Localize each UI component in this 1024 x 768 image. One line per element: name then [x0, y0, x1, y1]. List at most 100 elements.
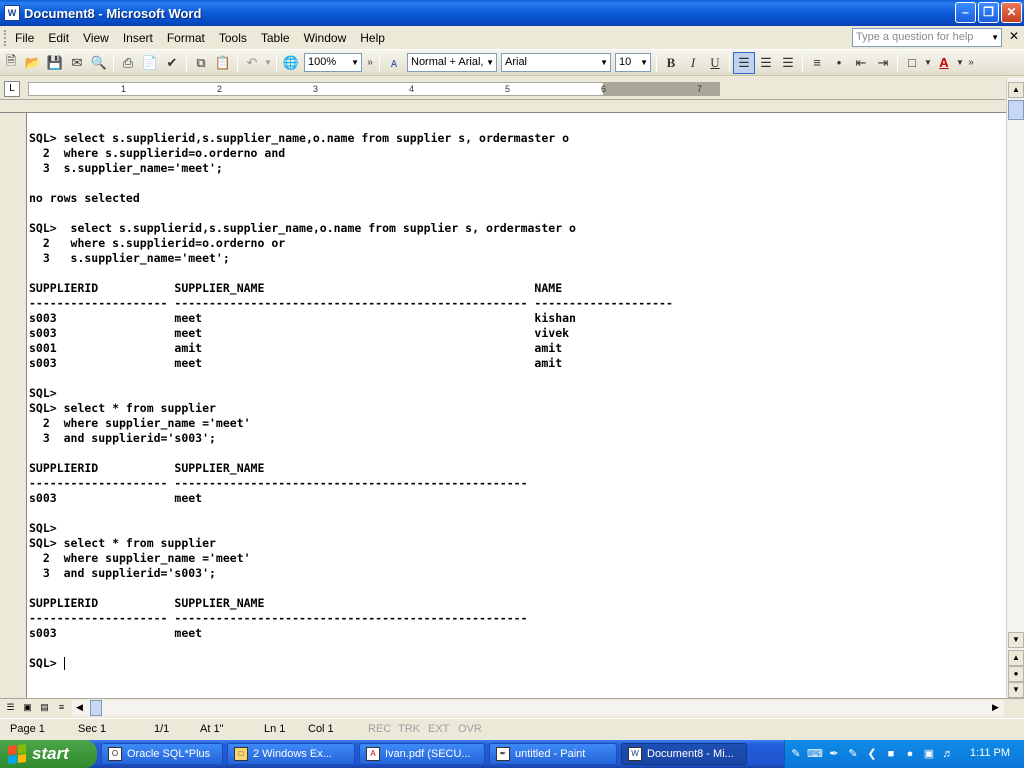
permission-icon[interactable]: ✉ — [66, 52, 88, 74]
horizontal-scrollbar[interactable]: ◀ ▶ — [72, 700, 1004, 716]
scroll-up-icon[interactable]: ▲ — [1008, 82, 1024, 98]
document-line[interactable]: 3 s.supplier_name='meet'; — [29, 161, 673, 176]
task-word-document[interactable]: W Document8 - Mi... — [621, 743, 747, 765]
tray-keyboard-icon[interactable]: ⌨ — [807, 746, 823, 762]
document-line[interactable] — [29, 266, 673, 281]
spelling-icon[interactable]: ✔ — [161, 52, 183, 74]
document-line[interactable]: SUPPLIERID SUPPLIER_NAME NAME — [29, 281, 673, 296]
horizontal-scroll-thumb[interactable] — [90, 700, 102, 716]
save-icon[interactable]: 💾 — [44, 52, 66, 74]
undo-dropdown-icon[interactable]: ▼ — [263, 52, 273, 74]
italic-button[interactable]: I — [682, 52, 704, 74]
style-select[interactable]: Normal + Arial, ▼ — [407, 53, 497, 72]
globe-icon[interactable]: 🌐 — [280, 52, 302, 74]
document-text[interactable]: SQL> select s.supplierid,s.supplier_name… — [29, 131, 673, 671]
menu-edit[interactable]: Edit — [41, 27, 76, 49]
status-trk[interactable]: TRK — [398, 723, 420, 735]
document-line[interactable]: -------------------- -------------------… — [29, 476, 673, 491]
document-line[interactable]: s003 meet — [29, 491, 673, 506]
borders-icon[interactable]: □ — [901, 52, 923, 74]
numbering-icon[interactable]: ≡ — [806, 52, 828, 74]
tray-expand-icon[interactable]: ❮ — [864, 746, 880, 762]
paste-icon[interactable]: 📋 — [212, 52, 234, 74]
document-line[interactable]: SQL> select s.supplierid,s.supplier_name… — [29, 221, 673, 236]
font-color-dropdown-icon[interactable]: ▼ — [955, 52, 965, 74]
undo-icon[interactable]: ↶ — [241, 52, 263, 74]
document-line[interactable]: SQL> select * from supplier — [29, 401, 673, 416]
document-line[interactable]: no rows selected — [29, 191, 673, 206]
chevron-down-icon[interactable]: ▼ — [991, 29, 999, 46]
increase-indent-icon[interactable]: ⇥ — [872, 52, 894, 74]
document-line[interactable] — [29, 581, 673, 596]
task-windows-explorer[interactable]: □ 2 Windows Ex... — [227, 743, 355, 765]
menu-view[interactable]: View — [76, 27, 116, 49]
ruler-strip[interactable]: 1 2 3 4 5 6 7 — [28, 82, 720, 96]
zoom-select[interactable]: 100% ▼ — [304, 53, 362, 72]
scroll-right-icon[interactable]: ▶ — [988, 701, 1003, 714]
document-line[interactable]: 2 where s.supplierid=o.orderno and — [29, 146, 673, 161]
document-line[interactable]: SQL> — [29, 521, 673, 536]
document-line[interactable] — [29, 371, 673, 386]
status-ext[interactable]: EXT — [428, 723, 449, 735]
align-left-icon[interactable]: ☰ — [733, 51, 755, 74]
maximize-button[interactable]: ❐ — [978, 2, 999, 23]
document-line[interactable]: s003 meet amit — [29, 356, 673, 371]
tray-security-icon[interactable]: ● — [902, 746, 918, 762]
status-ovr[interactable]: OVR — [458, 723, 482, 735]
minimize-button[interactable]: – — [955, 2, 976, 23]
open-folder-icon[interactable]: 📂 — [22, 52, 44, 74]
tray-network-icon[interactable]: ▣ — [921, 746, 937, 762]
browse-object-icon[interactable]: ● — [1008, 666, 1024, 682]
close-button[interactable]: ✕ — [1001, 2, 1022, 23]
status-rec[interactable]: REC — [368, 723, 391, 735]
menu-help[interactable]: Help — [353, 27, 392, 49]
next-page-icon[interactable]: ▼ — [1008, 682, 1024, 698]
tray-app-icon[interactable]: ■ — [883, 746, 899, 762]
document-line[interactable]: s003 meet kishan — [29, 311, 673, 326]
close-document-button[interactable]: ✕ — [1009, 29, 1019, 43]
tab-selector[interactable]: L — [4, 81, 20, 97]
scroll-left-icon[interactable]: ◀ — [72, 701, 87, 714]
document-line[interactable]: 3 s.supplier_name='meet'; — [29, 251, 673, 266]
toolbar-overflow-icon[interactable]: » — [965, 52, 977, 74]
borders-dropdown-icon[interactable]: ▼ — [923, 52, 933, 74]
preview-icon[interactable]: 📄 — [139, 52, 161, 74]
tray-volume-icon[interactable]: ♬ — [940, 746, 956, 762]
chevron-down-icon[interactable]: ▼ — [600, 54, 608, 71]
chevron-down-icon[interactable]: ▼ — [640, 54, 648, 71]
document-line[interactable]: SUPPLIERID SUPPLIER_NAME — [29, 596, 673, 611]
menu-file[interactable]: File — [8, 27, 41, 49]
bullets-icon[interactable]: • — [828, 52, 850, 74]
task-oracle-sqlplus[interactable]: O Oracle SQL*Plus — [101, 743, 223, 765]
copy-icon[interactable]: ⧉ — [190, 52, 212, 74]
document-line[interactable] — [29, 506, 673, 521]
outline-view-icon[interactable]: ≡ — [54, 701, 69, 714]
scroll-thumb[interactable] — [1008, 100, 1024, 120]
document-line[interactable]: 2 where s.supplierid=o.orderno or — [29, 236, 673, 251]
document-line[interactable] — [29, 206, 673, 221]
tray-tool-icon[interactable]: ✎ — [788, 746, 804, 762]
tray-paint-icon[interactable]: ✎ — [845, 746, 861, 762]
document-line[interactable] — [29, 176, 673, 191]
print-icon[interactable]: ⎙ — [117, 52, 139, 74]
align-right-icon[interactable]: ☰ — [777, 52, 799, 74]
document-line[interactable]: -------------------- -------------------… — [29, 296, 673, 311]
help-search-input[interactable]: Type a question for help ▼ — [852, 28, 1002, 47]
document-line[interactable]: SQL> select * from supplier — [29, 536, 673, 551]
normal-view-icon[interactable]: ☰ — [3, 701, 18, 714]
document-line[interactable]: -------------------- -------------------… — [29, 611, 673, 626]
tray-pen-icon[interactable]: ✒ — [826, 746, 842, 762]
document-line[interactable]: s003 meet vivek — [29, 326, 673, 341]
new-document-icon[interactable]: 🗎 — [0, 52, 22, 74]
document-line[interactable]: 3 and supplierid='s003'; — [29, 566, 673, 581]
vertical-scrollbar[interactable]: ▲ ▼ ▲ ● ▼ — [1006, 78, 1024, 698]
font-select[interactable]: Arial ▼ — [501, 53, 611, 72]
document-line[interactable]: 3 and supplierid='s003'; — [29, 431, 673, 446]
decrease-indent-icon[interactable]: ⇤ — [850, 52, 872, 74]
document-line[interactable]: 2 where supplier_name ='meet' — [29, 551, 673, 566]
print-layout-icon[interactable]: ▤ — [37, 701, 52, 714]
menu-tools[interactable]: Tools — [212, 27, 254, 49]
task-pdf[interactable]: A Ivan.pdf (SECU... — [359, 743, 485, 765]
previous-page-icon[interactable]: ▲ — [1008, 650, 1024, 666]
font-color-icon[interactable]: A — [933, 52, 955, 74]
